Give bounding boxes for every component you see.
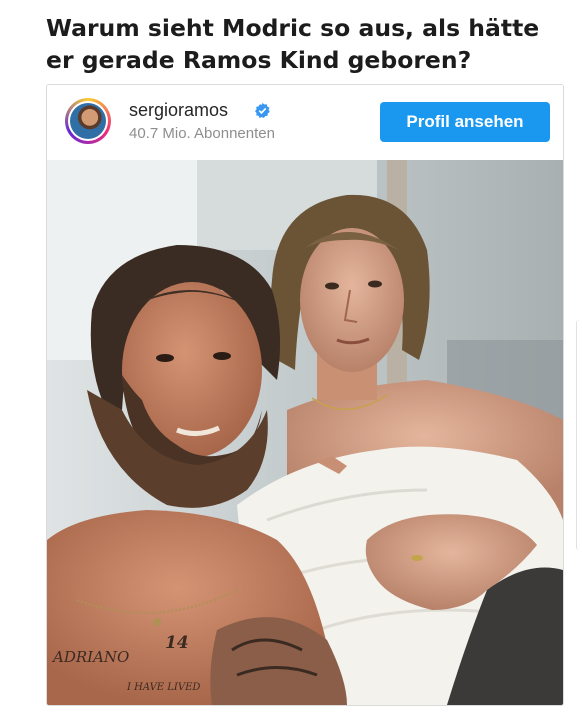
avatar-image bbox=[70, 103, 106, 139]
post-photo[interactable]: ADRIANO 14 I HAVE LIVED bbox=[47, 160, 563, 705]
verified-badge-icon bbox=[255, 102, 270, 118]
instagram-embed-card: sergioramos 40.7 Mio. Abonnenten Profil … bbox=[46, 84, 564, 706]
follower-count: 40.7 Mio. Abonnenten bbox=[129, 125, 275, 142]
tattoo-text-14: 14 bbox=[165, 633, 189, 653]
scrollbar[interactable] bbox=[576, 320, 582, 550]
tattoo-text-lived: I HAVE LIVED bbox=[126, 682, 200, 693]
avatar[interactable] bbox=[65, 98, 111, 144]
post-headline: Warum sieht Modric so aus, als hätte er … bbox=[46, 14, 540, 74]
tattoo-text-adriano: ADRIANO bbox=[51, 648, 129, 666]
username[interactable]: sergioramos bbox=[129, 100, 228, 121]
view-profile-button[interactable]: Profil ansehen bbox=[380, 102, 550, 142]
embed-header: sergioramos 40.7 Mio. Abonnenten Profil … bbox=[47, 85, 563, 159]
